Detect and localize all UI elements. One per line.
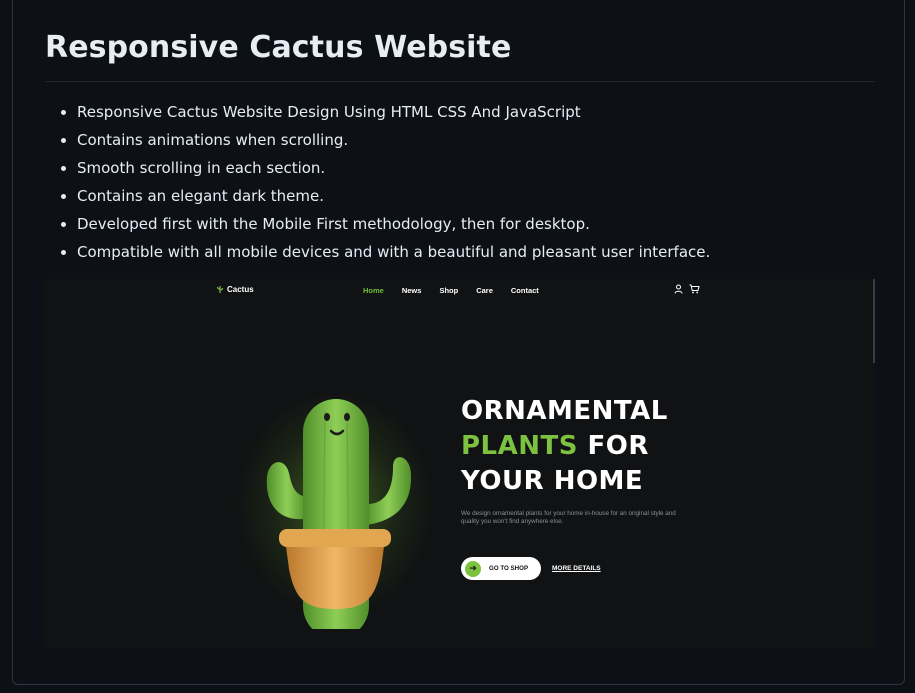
logo-text: Cactus [227, 285, 254, 294]
website-preview-image[interactable]: Cactus Home News Shop Care Contact ORNAM… [45, 279, 875, 647]
title-divider [45, 81, 875, 82]
hero-accent-word: PLANTS [461, 431, 578, 461]
readme-title: Responsive Cactus Website [45, 30, 512, 65]
cactus-leaf-icon [216, 286, 224, 293]
feature-item: Compatible with all mobile devices and w… [77, 238, 710, 266]
hero-line-2: PLANTS FOR [461, 429, 668, 464]
feature-item: Contains an elegant dark theme. [77, 182, 710, 210]
more-details-link[interactable]: MORE DETAILS [552, 565, 601, 572]
feature-item: Responsive Cactus Website Design Using H… [77, 98, 710, 126]
preview-scrollbar [873, 279, 875, 363]
hero-line-2-rest: FOR [577, 431, 649, 461]
nav-contact[interactable]: Contact [511, 286, 539, 295]
site-nav: Home News Shop Care Contact [363, 286, 557, 295]
feature-item: Smooth scrolling in each section. [77, 154, 710, 182]
go-to-shop-label: GO TO SHOP [489, 565, 529, 572]
hero-line-3: YOUR HOME [461, 466, 644, 496]
site-logo[interactable]: Cactus [216, 285, 254, 294]
cart-icon[interactable] [689, 284, 700, 294]
hero-heading: ORNAMENTAL PLANTS FOR YOUR HOME [461, 394, 668, 499]
feature-item: Developed first with the Mobile First me… [77, 210, 710, 238]
cactus-image [266, 399, 412, 629]
nav-care[interactable]: Care [476, 286, 493, 295]
user-icon[interactable] [674, 284, 683, 294]
cactus-illustration [215, 369, 455, 629]
nav-news[interactable]: News [402, 286, 422, 295]
hero-line-1: ORNAMENTAL [461, 396, 668, 426]
nav-home[interactable]: Home [363, 286, 384, 295]
arrow-right-icon: ➔ [465, 560, 481, 577]
feature-item: Contains animations when scrolling. [77, 126, 710, 154]
nav-icons [674, 284, 700, 294]
go-to-shop-button[interactable]: ➔ GO TO SHOP [461, 557, 541, 580]
nav-shop[interactable]: Shop [439, 286, 458, 295]
feature-list: Responsive Cactus Website Design Using H… [45, 98, 710, 266]
hero-description: We design ornamental plants for your hom… [461, 510, 676, 525]
